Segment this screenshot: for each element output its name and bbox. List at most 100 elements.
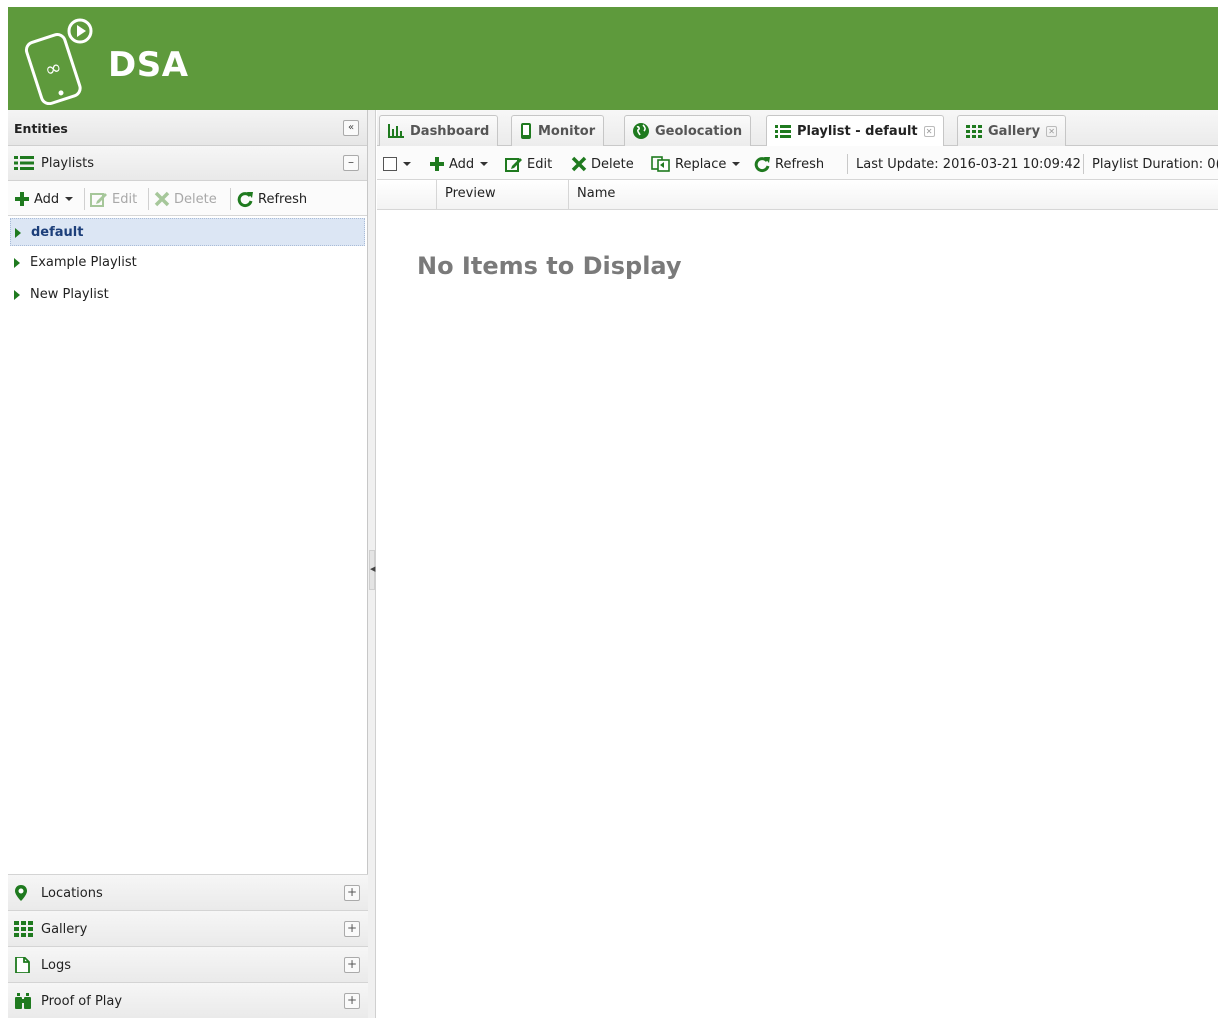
app-header: ∞ DSA (0, 0, 1218, 110)
replace-label: Replace (675, 156, 727, 172)
tab-playlist-default[interactable]: Playlist - default ✕ (766, 115, 944, 147)
playlists-section-label: Playlists (41, 156, 94, 171)
add-item-button[interactable]: Add (429, 154, 489, 174)
dropdown-caret-icon (732, 162, 741, 166)
delete-button[interactable]: Delete (154, 189, 217, 209)
panel-splitter[interactable]: ◀ (368, 110, 376, 1018)
expand-section-button[interactable]: + (344, 957, 360, 973)
tree-item-example-playlist[interactable]: Example Playlist (8, 248, 367, 278)
toolbar-divider (84, 188, 85, 210)
logs-section-header[interactable]: Logs + (8, 946, 368, 982)
column-header-name[interactable]: Name (569, 180, 1218, 210)
delete-x-icon (571, 156, 587, 172)
edit-label: Edit (527, 156, 553, 172)
dropdown-caret-icon (65, 197, 74, 201)
add-label: Add (449, 156, 475, 172)
globe-icon (633, 123, 649, 139)
locations-section-label: Locations (41, 886, 103, 901)
entities-panel: Entities « Playlists – Add Edit Delete R… (8, 110, 368, 1018)
edit-label: Edit (112, 191, 138, 207)
refresh-icon (754, 157, 770, 173)
tab-label: Geolocation (655, 123, 743, 139)
tab-monitor[interactable]: Monitor (511, 115, 605, 146)
column-header-preview[interactable]: Preview (437, 180, 569, 210)
edit-item-button[interactable]: Edit (505, 154, 552, 174)
tree-item-label: New Playlist (30, 287, 109, 302)
replace-icon (651, 156, 670, 172)
delete-label: Delete (591, 156, 634, 172)
list-icon (775, 125, 791, 138)
edit-icon (505, 158, 522, 172)
toolbar-divider (847, 154, 848, 174)
proof-of-play-section-header[interactable]: Proof of Play + (8, 982, 368, 1018)
tab-label: Playlist - default (797, 124, 918, 139)
edit-icon (90, 193, 107, 207)
refresh-items-button[interactable]: Refresh (753, 154, 824, 174)
expand-arrow-icon[interactable] (14, 258, 20, 268)
tree-item-default[interactable]: default (10, 218, 365, 246)
tab-label: Gallery (988, 123, 1041, 139)
document-icon (15, 957, 30, 973)
locations-section-header[interactable]: Locations + (8, 874, 368, 910)
plus-icon (15, 192, 29, 206)
playlist-list-icon (14, 156, 34, 170)
playlists-section-header[interactable]: Playlists – (8, 146, 367, 181)
svg-text:∞: ∞ (41, 54, 64, 82)
logs-section-label: Logs (41, 958, 71, 973)
expand-section-button[interactable]: + (344, 885, 360, 901)
checkbox-icon (383, 157, 397, 171)
expand-section-button[interactable]: + (344, 921, 360, 937)
tab-label: Monitor (538, 123, 596, 139)
last-update-text: Last Update: 2016-03-21 10:09:42 (856, 156, 1081, 172)
tree-item-label: Example Playlist (30, 255, 137, 270)
select-all-checkbox[interactable] (383, 154, 411, 174)
expand-section-button[interactable]: + (344, 993, 360, 1009)
bar-chart-icon (388, 124, 404, 138)
location-pin-icon (15, 885, 27, 901)
gallery-section-header[interactable]: Gallery + (8, 910, 368, 946)
refresh-icon (237, 192, 253, 208)
collapse-panel-button[interactable]: « (343, 120, 359, 136)
toolbar-divider (148, 188, 149, 210)
tab-label: Dashboard (410, 123, 490, 139)
collapse-section-button[interactable]: – (343, 155, 359, 171)
tab-dashboard[interactable]: Dashboard (379, 115, 499, 146)
close-tab-icon[interactable]: ✕ (923, 126, 935, 137)
toolbar-divider (1083, 154, 1084, 174)
playlists-toolbar: Add Edit Delete Refresh (8, 181, 367, 216)
delete-item-button[interactable]: Delete (571, 154, 634, 174)
main-content: Dashboard Monitor Geolocation Playlist -… (377, 110, 1218, 1018)
phone-icon (521, 123, 531, 139)
refresh-label: Refresh (775, 156, 825, 172)
app-logo-icon: ∞ (24, 18, 93, 105)
expand-arrow-icon[interactable] (14, 290, 20, 300)
tab-gallery[interactable]: Gallery ✕ (957, 115, 1067, 146)
entities-panel-header: Entities « (8, 110, 367, 146)
add-button[interactable]: Add (14, 189, 74, 209)
binoculars-icon (15, 993, 31, 1009)
grid-icon (966, 124, 982, 138)
tree-item-new-playlist[interactable]: New Playlist (8, 280, 367, 310)
empty-grid-message: No Items to Display (417, 252, 682, 280)
splitter-collapse-handle[interactable]: ◀ (369, 550, 375, 590)
edit-button[interactable]: Edit (90, 189, 137, 209)
expand-arrow-icon[interactable] (15, 228, 21, 238)
close-tab-icon[interactable]: ✕ (1046, 125, 1058, 137)
dropdown-caret-icon (480, 162, 489, 166)
grid-header: Preview Name (377, 180, 1218, 210)
plus-icon (430, 157, 444, 171)
delete-x-icon (154, 191, 170, 207)
tree-item-label: default (31, 225, 84, 240)
gallery-grid-icon (14, 921, 33, 937)
grid-header-spacer (377, 180, 437, 210)
gallery-section-label: Gallery (41, 922, 88, 937)
tab-geolocation[interactable]: Geolocation (624, 115, 752, 146)
playlist-toolbar: Add Edit Delete Replace Refresh Last Upd… (377, 146, 1218, 180)
delete-label: Delete (174, 191, 217, 207)
proof-of-play-section-label: Proof of Play (41, 994, 123, 1009)
replace-button[interactable]: Replace (651, 154, 741, 174)
toolbar-divider (230, 188, 231, 210)
playlist-duration-text: Playlist Duration: 0( (1092, 156, 1218, 172)
refresh-button[interactable]: Refresh (236, 189, 307, 209)
refresh-label: Refresh (258, 191, 308, 207)
